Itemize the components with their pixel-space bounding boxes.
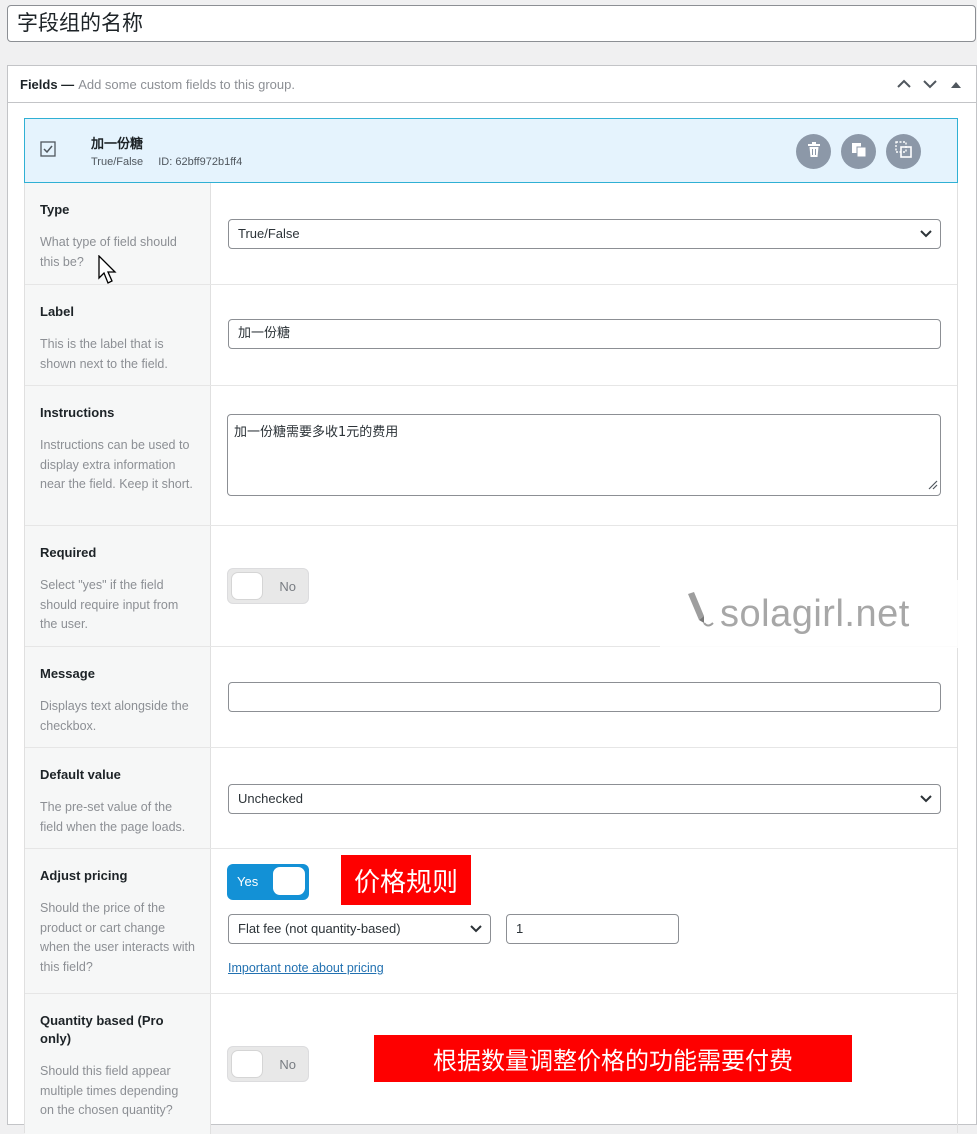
adjust-pricing-toggle-text: Yes <box>237 874 259 889</box>
quantity-based-toggle[interactable]: No <box>227 1046 309 1082</box>
default-value-label: Default value <box>40 767 121 782</box>
message-input[interactable] <box>228 682 941 712</box>
default-value-select[interactable]: Unchecked <box>228 784 941 814</box>
copy-field-button[interactable] <box>841 134 876 169</box>
instructions-value: 加一份糖需要多收1元的费用 <box>234 425 399 440</box>
pro-feature-annotation: 根据数量调整价格的功能需要付费 <box>374 1035 852 1082</box>
fee-type-value: Flat fee (not quantity-based) <box>238 921 401 936</box>
message-hint: Displays text alongside the checkbox. <box>40 699 189 733</box>
checkbox-field-icon <box>40 141 56 162</box>
instructions-textarea[interactable]: 加一份糖需要多收1元的费用 <box>227 414 941 496</box>
message-label: Message <box>40 666 95 681</box>
setting-default-value: Default value The pre-set value of the f… <box>25 748 957 849</box>
delete-field-button[interactable] <box>796 134 831 169</box>
quantity-based-hint: Should this field appear multiple times … <box>40 1064 179 1117</box>
toggle-knob <box>231 572 263 600</box>
price-amount-input[interactable]: 1 <box>506 914 679 944</box>
field-group-title-input[interactable]: 字段组的名称 <box>7 5 976 42</box>
field-settings: Type What type of field should this be? … <box>24 183 958 1134</box>
instructions-label: Instructions <box>40 405 115 420</box>
adjust-pricing-toggle[interactable]: Yes <box>227 864 309 900</box>
required-toggle-text: No <box>279 579 296 594</box>
setting-message: Message Displays text alongside the chec… <box>25 647 957 748</box>
setting-quantity-based: Quantity based (Pro only) Should this fi… <box>25 994 957 1134</box>
type-select[interactable]: True/False <box>228 219 941 249</box>
duplicate-icon <box>894 140 913 163</box>
duplicate-field-button[interactable] <box>886 134 921 169</box>
adjust-pricing-label: Adjust pricing <box>40 868 128 883</box>
setting-type: Type What type of field should this be? … <box>25 183 957 285</box>
default-value-hint: The pre-set value of the field when the … <box>40 800 186 834</box>
pen-icon <box>682 590 716 638</box>
label-label: Label <box>40 304 74 319</box>
mouse-cursor-icon <box>98 254 120 290</box>
trash-icon <box>807 141 821 162</box>
field-row-header[interactable]: 加一份糖 True/False ID: 62bff972b1ff4 <box>24 118 958 183</box>
watermark: solagirl.net <box>660 580 960 648</box>
type-label: Type <box>40 202 70 217</box>
resize-handle-icon[interactable] <box>928 480 938 493</box>
fee-type-select[interactable]: Flat fee (not quantity-based) <box>228 914 491 944</box>
toggle-knob <box>231 1050 263 1078</box>
field-meta: True/False ID: 62bff972b1ff4 <box>91 156 242 168</box>
instructions-hint: Instructions can be used to display extr… <box>40 438 193 491</box>
pricing-note-link[interactable]: Important note about pricing <box>228 961 384 975</box>
copy-icon <box>851 142 867 162</box>
required-hint: Select "yes" if the field should require… <box>40 578 179 631</box>
chevron-down-icon <box>920 220 932 258</box>
chevron-down-icon <box>470 915 482 953</box>
setting-label: Label This is the label that is shown ne… <box>25 285 957 386</box>
setting-adjust-pricing: Adjust pricing Should the price of the p… <box>25 849 957 994</box>
setting-instructions: Instructions Instructions can be used to… <box>25 386 957 526</box>
required-label: Required <box>40 545 97 560</box>
chevron-down-icon <box>920 785 932 823</box>
field-name[interactable]: 加一份糖 <box>91 133 143 152</box>
field-type-text: True/False <box>91 156 144 168</box>
required-toggle[interactable]: No <box>227 568 309 604</box>
adjust-pricing-hint: Should the price of the product or cart … <box>40 901 195 974</box>
label-hint: This is the label that is shown next to … <box>40 337 168 371</box>
pricing-rule-annotation: 价格规则 <box>341 855 471 905</box>
quantity-based-label: Quantity based (Pro only) <box>40 1013 164 1046</box>
watermark-text: solagirl.net <box>720 592 910 635</box>
label-input[interactable]: 加一份糖 <box>228 319 941 349</box>
type-select-value: True/False <box>238 226 300 241</box>
quantity-based-toggle-text: No <box>279 1057 296 1072</box>
field-id-text: ID: 62bff972b1ff4 <box>158 156 243 168</box>
toggle-knob <box>273 867 305 895</box>
default-value-select-value: Unchecked <box>238 791 304 806</box>
